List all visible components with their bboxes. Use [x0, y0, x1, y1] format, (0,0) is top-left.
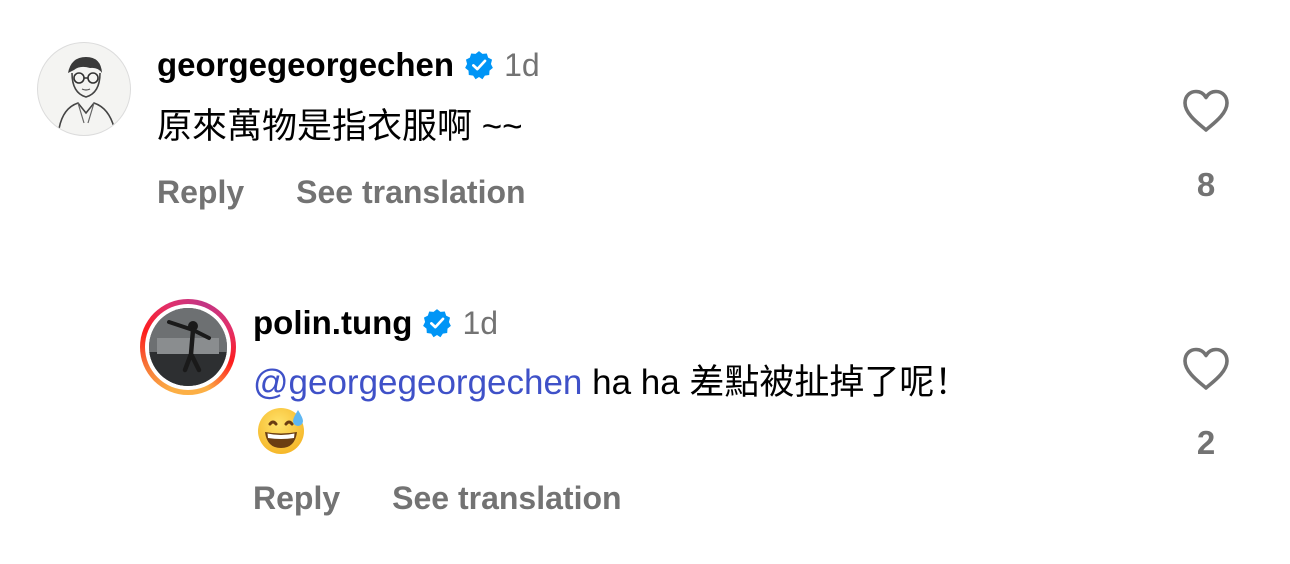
avatar — [149, 308, 227, 386]
see-translation-button[interactable]: See translation — [296, 174, 525, 211]
like-count: 2 — [1196, 424, 1216, 461]
heart-icon[interactable] — [1181, 88, 1231, 134]
comment-body: ha ha 差點被扯掉了呢！ — [592, 363, 970, 402]
comment-item: georgegeorgechen 1d 原來萬物是指衣服啊 ~~ Reply S… — [0, 0, 1290, 240]
comment-header: polin.tung 1d — [253, 304, 498, 342]
heart-icon[interactable] — [1181, 346, 1231, 392]
comment-header: georgegeorgechen 1d — [157, 46, 540, 84]
comment-text: @georgegeorgechen ha ha 差點被扯掉了呢！ — [253, 358, 969, 408]
comment-actions: Reply See translation — [253, 480, 622, 517]
see-translation-button[interactable]: See translation — [392, 480, 621, 517]
reply-item: polin.tung 1d @georgegeorgechen ha ha 差點… — [0, 270, 1290, 564]
grinning-face-with-sweat-icon — [258, 408, 304, 454]
username[interactable]: georgegeorgechen — [157, 46, 454, 84]
like-count: 8 — [1196, 166, 1216, 203]
reply-button[interactable]: Reply — [157, 174, 244, 211]
avatar[interactable] — [37, 42, 131, 136]
timestamp: 1d — [462, 304, 499, 341]
verified-badge-icon — [465, 51, 493, 80]
avatar-photo-icon — [149, 308, 227, 386]
story-ring[interactable] — [140, 299, 236, 395]
verified-badge-icon — [423, 309, 452, 338]
timestamp: 1d — [504, 46, 540, 83]
avatar-sketch-icon — [57, 57, 117, 135]
mention-link[interactable]: @georgegeorgechen — [253, 363, 582, 402]
username[interactable]: polin.tung — [253, 304, 412, 342]
comment-text: 原來萬物是指衣服啊 ~~ — [157, 107, 523, 146]
comment-actions: Reply See translation — [157, 174, 526, 211]
reply-button[interactable]: Reply — [253, 480, 340, 517]
